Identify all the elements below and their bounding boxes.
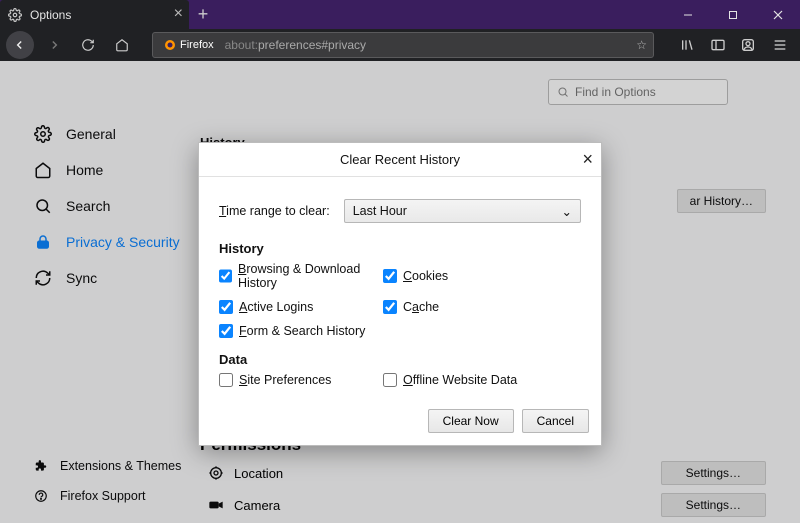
cancel-button[interactable]: Cancel <box>522 409 589 433</box>
toolbar-right-icons <box>680 37 756 53</box>
time-range-label: Time range to clear: <box>219 204 330 218</box>
forward-button[interactable] <box>40 31 68 59</box>
maximize-button[interactable] <box>710 0 755 29</box>
identity-chip: Firefox <box>159 38 219 52</box>
check-offline-data[interactable]: Offline Website Data <box>383 373 581 387</box>
clear-now-button[interactable]: Clear Now <box>428 409 514 433</box>
url-bar[interactable]: Firefox about:preferences#privacy ☆ <box>152 32 654 58</box>
check-browsing[interactable]: Browsing & Download History <box>219 262 379 290</box>
library-icon[interactable] <box>680 37 696 53</box>
history-subheading: History <box>219 241 581 256</box>
check-cookies[interactable]: Cookies <box>383 262 581 290</box>
toolbar: Firefox about:preferences#privacy ☆ <box>0 29 800 61</box>
window-controls <box>665 0 800 29</box>
dialog-title: Clear Recent History <box>340 152 460 167</box>
close-tab-icon[interactable]: × <box>174 6 183 22</box>
new-tab-button[interactable]: + <box>189 0 217 29</box>
dialog-close-button[interactable]: × <box>582 149 593 170</box>
chevron-down-icon: ⌄ <box>562 204 572 219</box>
account-icon[interactable] <box>740 37 756 53</box>
time-range-select[interactable]: Last Hour ⌄ <box>344 199 581 223</box>
bookmark-star-icon[interactable]: ☆ <box>636 38 647 52</box>
clear-history-dialog: Clear Recent History × Time range to cle… <box>198 142 602 446</box>
sidebar-toggle-icon[interactable] <box>710 37 726 53</box>
back-button[interactable] <box>6 31 34 59</box>
check-cache[interactable]: Cache <box>383 300 581 314</box>
url-text: about:preferences#privacy <box>225 38 366 52</box>
check-form-search[interactable]: Form & Search History <box>219 324 379 338</box>
time-range-value: Last Hour <box>353 204 407 218</box>
home-button[interactable] <box>108 31 136 59</box>
reload-button[interactable] <box>74 31 102 59</box>
gear-icon <box>8 8 22 22</box>
browser-tab[interactable]: Options × <box>0 0 189 29</box>
check-active-logins[interactable]: Active Logins <box>219 300 379 314</box>
close-window-button[interactable] <box>755 0 800 29</box>
titlebar: Options × + <box>0 0 800 29</box>
minimize-button[interactable] <box>665 0 710 29</box>
dialog-header: Clear Recent History × <box>199 143 601 177</box>
tab-title: Options <box>30 8 71 22</box>
menu-button[interactable] <box>766 37 794 53</box>
data-subheading: Data <box>219 352 581 367</box>
check-site-prefs[interactable]: Site Preferences <box>219 373 379 387</box>
